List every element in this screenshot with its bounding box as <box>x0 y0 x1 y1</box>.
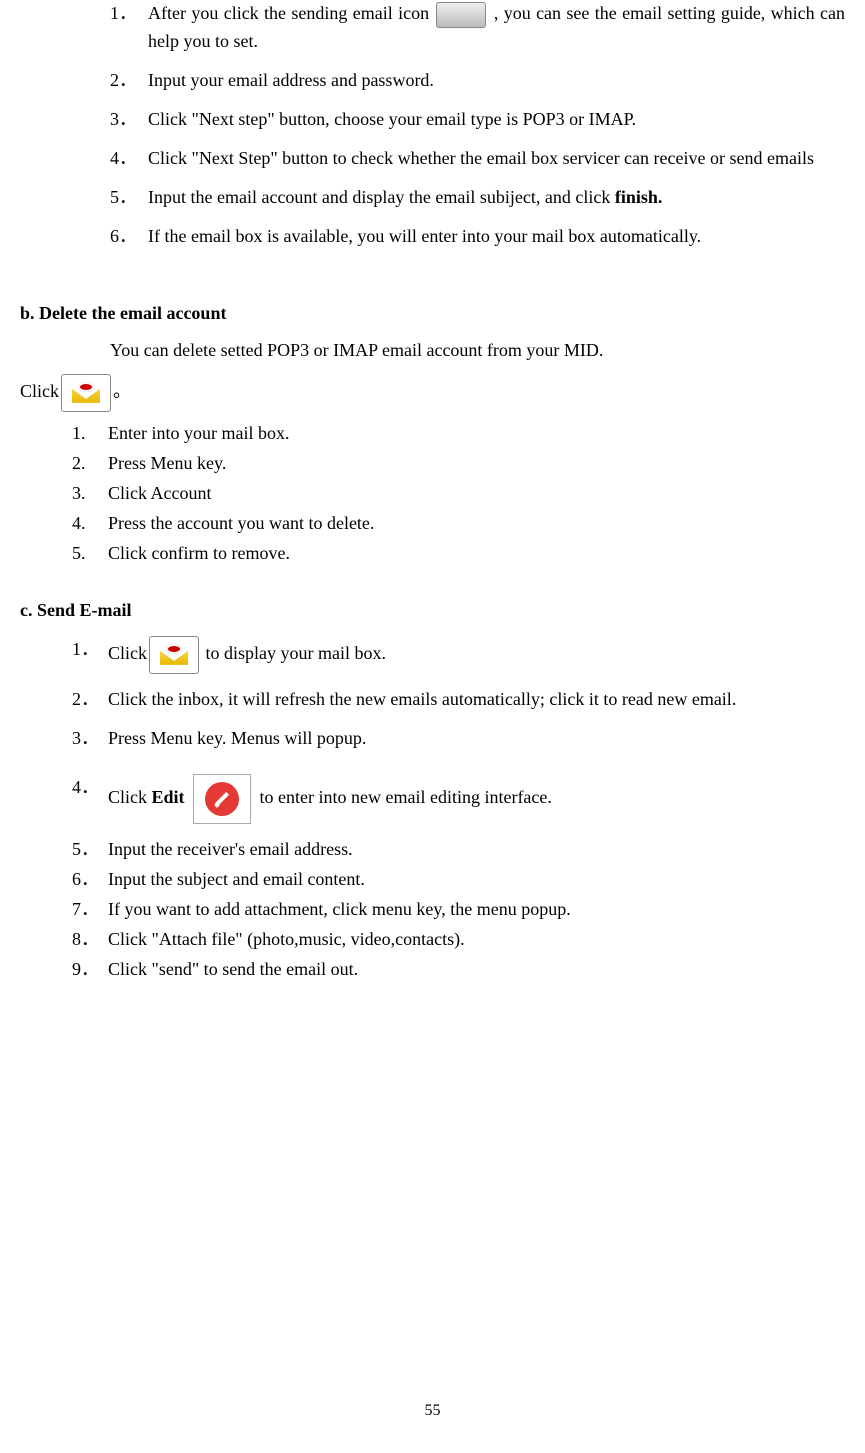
step-number: 3． <box>72 725 99 752</box>
step-number: 3. <box>72 480 86 507</box>
step-1: 1． After you click the sending email ico… <box>110 0 845 55</box>
click-pre: Click <box>20 381 59 401</box>
section-b-title: b. Delete the email account <box>20 300 845 327</box>
send-step-1: 1． Click@ to display your mail box. <box>72 636 845 674</box>
step-number: 4． <box>72 774 99 801</box>
step-text-bold: finish. <box>615 187 663 207</box>
step-number: 1． <box>110 0 137 27</box>
step-text: Input the receiver's email address. <box>108 839 353 859</box>
section-c-title: c. Send E-mail <box>20 597 845 624</box>
step-number: 5． <box>72 836 99 863</box>
step-text: Enter into your mail box. <box>108 423 289 443</box>
step-number: 6． <box>72 866 99 893</box>
step-text: Click "Next Step" button to check whethe… <box>148 148 814 168</box>
send-step-3: 3． Press Menu key. Menus will popup. <box>72 725 845 752</box>
send-step-2: 2． Click the inbox, it will refresh the … <box>72 686 845 713</box>
step-number: 1． <box>72 636 99 663</box>
step-text-post: to enter into new email editing interfac… <box>260 787 552 807</box>
step-text: Click the inbox, it will refresh the new… <box>108 689 736 709</box>
email-app-icon: @ <box>149 636 199 674</box>
step-text: Click confirm to remove. <box>108 543 290 563</box>
step-text: Click "Next step" button, choose your em… <box>148 109 636 129</box>
step-text-pre: After you click the sending email icon <box>148 3 434 23</box>
page-number: 55 <box>20 1399 845 1423</box>
step-text-pre: Click <box>108 643 147 663</box>
send-step-6: 6． Input the subject and email content. <box>72 866 845 893</box>
step-4: 4． Click "Next Step" button to check whe… <box>110 145 845 172</box>
delete-email-steps-list: 1. Enter into your mail box. 2. Press Menu… <box>20 420 845 567</box>
step-number: 1. <box>72 420 86 447</box>
add-email-steps-list: 1． After you click the sending email ico… <box>20 0 845 250</box>
step-number: 6． <box>110 223 137 250</box>
step-number: 8． <box>72 926 99 953</box>
step-text: Click Account <box>108 483 211 503</box>
step-5: 5． Input the email account and display t… <box>110 184 845 211</box>
send-email-steps-list: 1． Click@ to display your mail box. 2． C… <box>20 636 845 983</box>
step-text: Input the subject and email content. <box>108 869 365 889</box>
delete-step-1: 1. Enter into your mail box. <box>72 420 845 447</box>
click-post: 。 <box>113 381 131 401</box>
step-text: If you want to add attachment, click men… <box>108 899 571 919</box>
step-number: 9． <box>72 956 99 983</box>
delete-step-4: 4. Press the account you want to delete. <box>72 510 845 537</box>
step-number: 4. <box>72 510 86 537</box>
delete-step-5: 5. Click confirm to remove. <box>72 540 845 567</box>
send-step-5: 5． Input the receiver's email address. <box>72 836 845 863</box>
step-number: 2． <box>72 686 99 713</box>
step-text: Press Menu key. <box>108 453 226 473</box>
send-step-9: 9． Click "send" to send the email out. <box>72 956 845 983</box>
step-number: 3． <box>110 106 137 133</box>
send-email-icon <box>436 2 486 28</box>
delete-step-3: 3. Click Account <box>72 480 845 507</box>
step-number: 5. <box>72 540 86 567</box>
step-text: Input your email address and password. <box>148 70 434 90</box>
step-number: 2. <box>72 450 86 477</box>
send-step-8: 8． Click "Attach file" (photo,music, vide… <box>72 926 845 953</box>
step-text: Press the account you want to delete. <box>108 513 374 533</box>
click-email-line: Click@。 <box>20 374 845 412</box>
step-text-bold: Edit <box>152 787 185 807</box>
edit-icon <box>193 774 251 824</box>
send-step-7: 7． If you want to add attachment, click m… <box>72 896 845 923</box>
step-6: 6． If the email box is available, you wi… <box>110 223 845 250</box>
step-text: Press Menu key. Menus will popup. <box>108 728 366 748</box>
step-text-post: to display your mail box. <box>201 643 386 663</box>
step-text-pre: Click <box>108 787 152 807</box>
step-text: Click "send" to send the email out. <box>108 959 358 979</box>
section-b-intro: You can delete setted POP3 or IMAP email… <box>20 337 845 364</box>
step-number: 5． <box>110 184 137 211</box>
step-2: 2． Input your email address and password… <box>110 67 845 94</box>
step-number: 2． <box>110 67 137 94</box>
document-page: 1． After you click the sending email ico… <box>20 0 845 1453</box>
step-number: 4． <box>110 145 137 172</box>
step-text: Click "Attach file" (photo,music, video,… <box>108 929 465 949</box>
email-app-icon: @ <box>61 374 111 412</box>
send-step-4: 4． Click Edit to enter into new email ed… <box>72 774 845 824</box>
step-text-pre: Input the email account and display the … <box>148 187 615 207</box>
step-number: 7． <box>72 896 99 923</box>
step-text: If the email box is available, you will … <box>148 226 701 246</box>
step-3: 3． Click "Next step" button, choose your… <box>110 106 845 133</box>
delete-step-2: 2. Press Menu key. <box>72 450 845 477</box>
